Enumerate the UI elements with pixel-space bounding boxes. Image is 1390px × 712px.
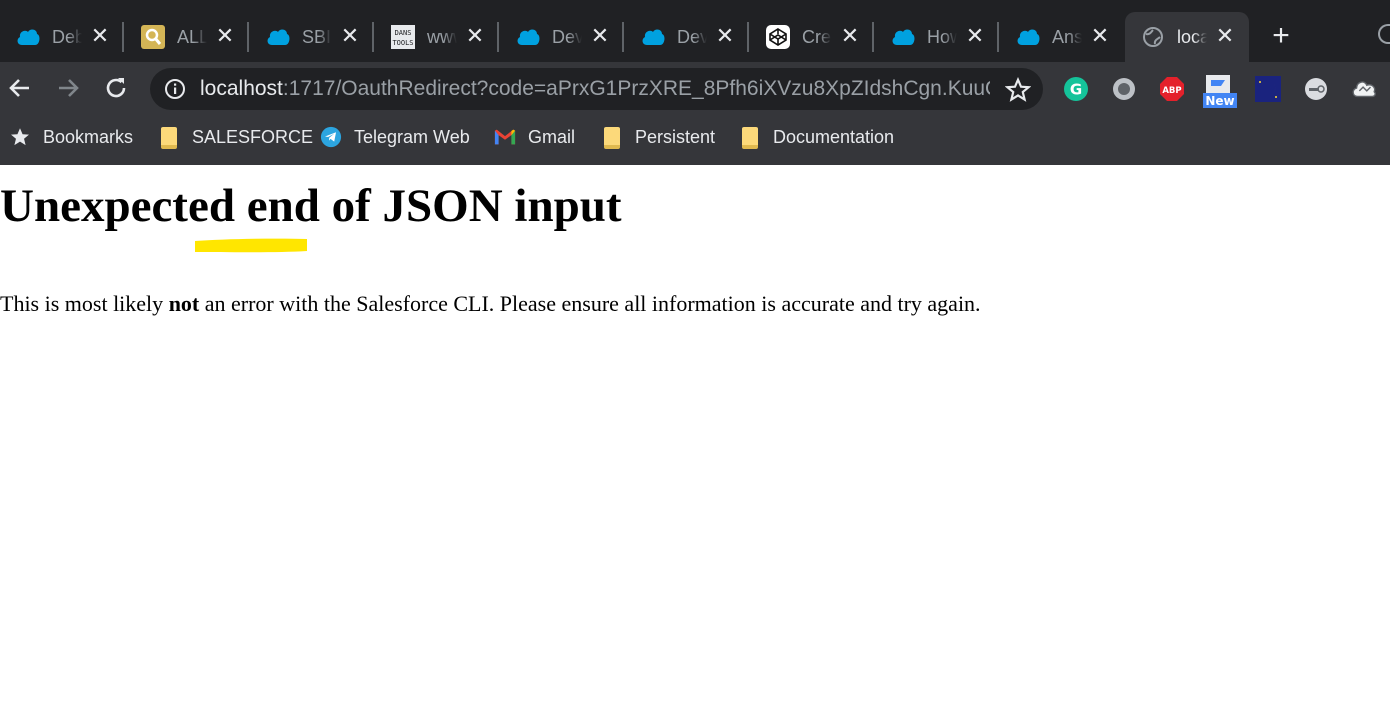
error-message: This is most likely not an error with th… — [0, 290, 981, 318]
plus-icon[interactable]: + — [1266, 21, 1296, 51]
new-badge-label: New — [1205, 94, 1234, 108]
tab-title: Ans — [1052, 26, 1082, 47]
gmail-icon — [494, 126, 516, 148]
folder-icon — [158, 126, 180, 149]
page-content: Unexpected end of JSON input This is mos… — [0, 165, 1390, 712]
url-host: localhost — [200, 77, 283, 100]
tab-title: ALL — [177, 26, 207, 47]
new-badge-extension-icon[interactable]: New — [1203, 74, 1237, 108]
tab-strip: Deb ✕ ALL ✕ SBII ✕ DANS TOOLS www ✕ Dev ✕ — [0, 0, 1390, 62]
abp-label: ABP — [1162, 86, 1181, 96]
window-control-edge[interactable] — [1378, 24, 1390, 44]
tab-2[interactable]: ALL ✕ — [125, 12, 249, 62]
url-path: :1717/OauthRedirect?code=aPrxG1PrzXRE_8P… — [282, 77, 990, 100]
close-icon[interactable]: ✕ — [840, 25, 860, 47]
grammarly-label: G — [1070, 81, 1082, 99]
salesforce-cloud-icon — [266, 25, 290, 49]
tab-title: www — [427, 26, 457, 47]
bookmark-label: Bookmarks — [43, 126, 134, 147]
tab-3[interactable]: SBII ✕ — [250, 12, 374, 62]
highlighter-mark — [195, 238, 307, 253]
close-icon[interactable]: ✕ — [715, 25, 735, 47]
salesforce-cloud-icon — [891, 25, 915, 49]
tab-title: Deb — [52, 26, 82, 47]
tab-title: How — [927, 26, 957, 47]
tab-10-active[interactable]: loca ✕ — [1125, 12, 1249, 62]
tab-separator — [622, 22, 624, 52]
url-text[interactable]: localhost:1717/OauthRedirect?code=aPrxG1… — [200, 77, 990, 101]
svg-text:TOOLS: TOOLS — [392, 39, 413, 47]
close-icon[interactable]: ✕ — [1215, 25, 1235, 47]
forward-arrow-icon[interactable] — [52, 72, 84, 104]
cloud-extension-icon[interactable] — [1351, 76, 1377, 102]
tab-1[interactable]: Deb ✕ — [0, 12, 124, 62]
tab-7[interactable]: Cre ✕ — [750, 12, 874, 62]
tab-8[interactable]: How ✕ — [875, 12, 999, 62]
dans-tools-icon: DANS TOOLS — [391, 25, 415, 49]
bookmark-label: Persistent — [635, 126, 716, 147]
bookmark-folder-persistent[interactable]: Persistent — [601, 125, 715, 149]
error-message-bold: not — [168, 291, 200, 316]
globe-icon — [1141, 25, 1165, 49]
error-title: Unexpected end of JSON input — [0, 180, 622, 232]
bookmark-label: SALESFORCE — [192, 126, 314, 147]
folder-icon — [601, 126, 623, 149]
browser-toolbar: localhost:1717/OauthRedirect?code=aPrxG1… — [0, 62, 1390, 115]
tab-5[interactable]: Dev ✕ — [500, 12, 624, 62]
salesforce-cloud-icon — [516, 25, 540, 49]
tab-separator — [872, 22, 874, 52]
address-bar[interactable]: localhost:1717/OauthRedirect?code=aPrxG1… — [150, 68, 1043, 110]
tab-title: Dev — [552, 26, 582, 47]
tab-title: Dev — [677, 26, 707, 47]
back-arrow-icon[interactable] — [4, 72, 36, 104]
tab-separator — [122, 22, 124, 52]
night-mode-extension-icon[interactable] — [1255, 76, 1281, 102]
salesforce-cloud-icon — [1016, 25, 1040, 49]
star-icon — [9, 126, 31, 148]
tab-title: loca — [1177, 26, 1207, 47]
svg-text:DANS: DANS — [395, 29, 412, 37]
error-message-start: This is most likely — [0, 291, 169, 316]
codepen-icon — [766, 25, 790, 49]
bookmark-folder-documentation[interactable]: Documentation — [739, 125, 894, 149]
salesforce-cloud-icon — [641, 25, 665, 49]
bookmark-telegram-web[interactable]: Telegram Web — [320, 125, 470, 149]
close-icon[interactable]: ✕ — [590, 25, 610, 47]
tab-9[interactable]: Ans ✕ — [1000, 12, 1124, 62]
search-magnifier-icon — [141, 25, 165, 49]
bookmark-star-icon[interactable] — [1004, 76, 1032, 103]
tab-4[interactable]: DANS TOOLS www ✕ — [375, 12, 499, 62]
bookmark-folder-salesforce[interactable]: SALESFORCE — [158, 125, 313, 149]
close-icon[interactable]: ✕ — [90, 25, 110, 47]
bookmark-label: Telegram Web — [354, 126, 470, 147]
circle-extension-icon[interactable] — [1111, 76, 1137, 102]
tab-separator — [372, 22, 374, 52]
salesforce-cloud-icon — [16, 25, 40, 49]
close-icon[interactable]: ✕ — [1090, 25, 1110, 47]
bookmark-gmail[interactable]: Gmail — [494, 125, 575, 149]
tab-separator — [247, 22, 249, 52]
folder-icon — [739, 126, 761, 149]
close-icon[interactable]: ✕ — [215, 25, 235, 47]
tab-title: Cre — [802, 26, 832, 47]
telegram-icon — [320, 126, 342, 148]
bookmarks-bar: Bookmarks SALESFORCE Telegram Web Gmail … — [0, 115, 1390, 165]
tab-separator — [747, 22, 749, 52]
close-icon[interactable]: ✕ — [965, 25, 985, 47]
tab-title: SBII — [302, 26, 332, 47]
reload-icon[interactable] — [100, 72, 132, 104]
toggle-extension-icon[interactable] — [1303, 76, 1329, 102]
bookmark-label: Gmail — [528, 126, 576, 147]
adblock-plus-extension-icon[interactable]: ABP — [1159, 76, 1185, 102]
close-icon[interactable]: ✕ — [465, 25, 485, 47]
tab-separator — [497, 22, 499, 52]
info-icon[interactable] — [164, 78, 186, 100]
tab-separator — [997, 22, 999, 52]
bookmarks-menu[interactable]: Bookmarks — [9, 125, 133, 149]
grammarly-extension-icon[interactable]: G — [1063, 76, 1089, 102]
bookmark-label: Documentation — [773, 126, 895, 147]
error-message-end: an error with the Salesforce CLI. Please… — [199, 291, 981, 316]
close-icon[interactable]: ✕ — [340, 25, 360, 47]
tab-6[interactable]: Dev ✕ — [625, 12, 749, 62]
